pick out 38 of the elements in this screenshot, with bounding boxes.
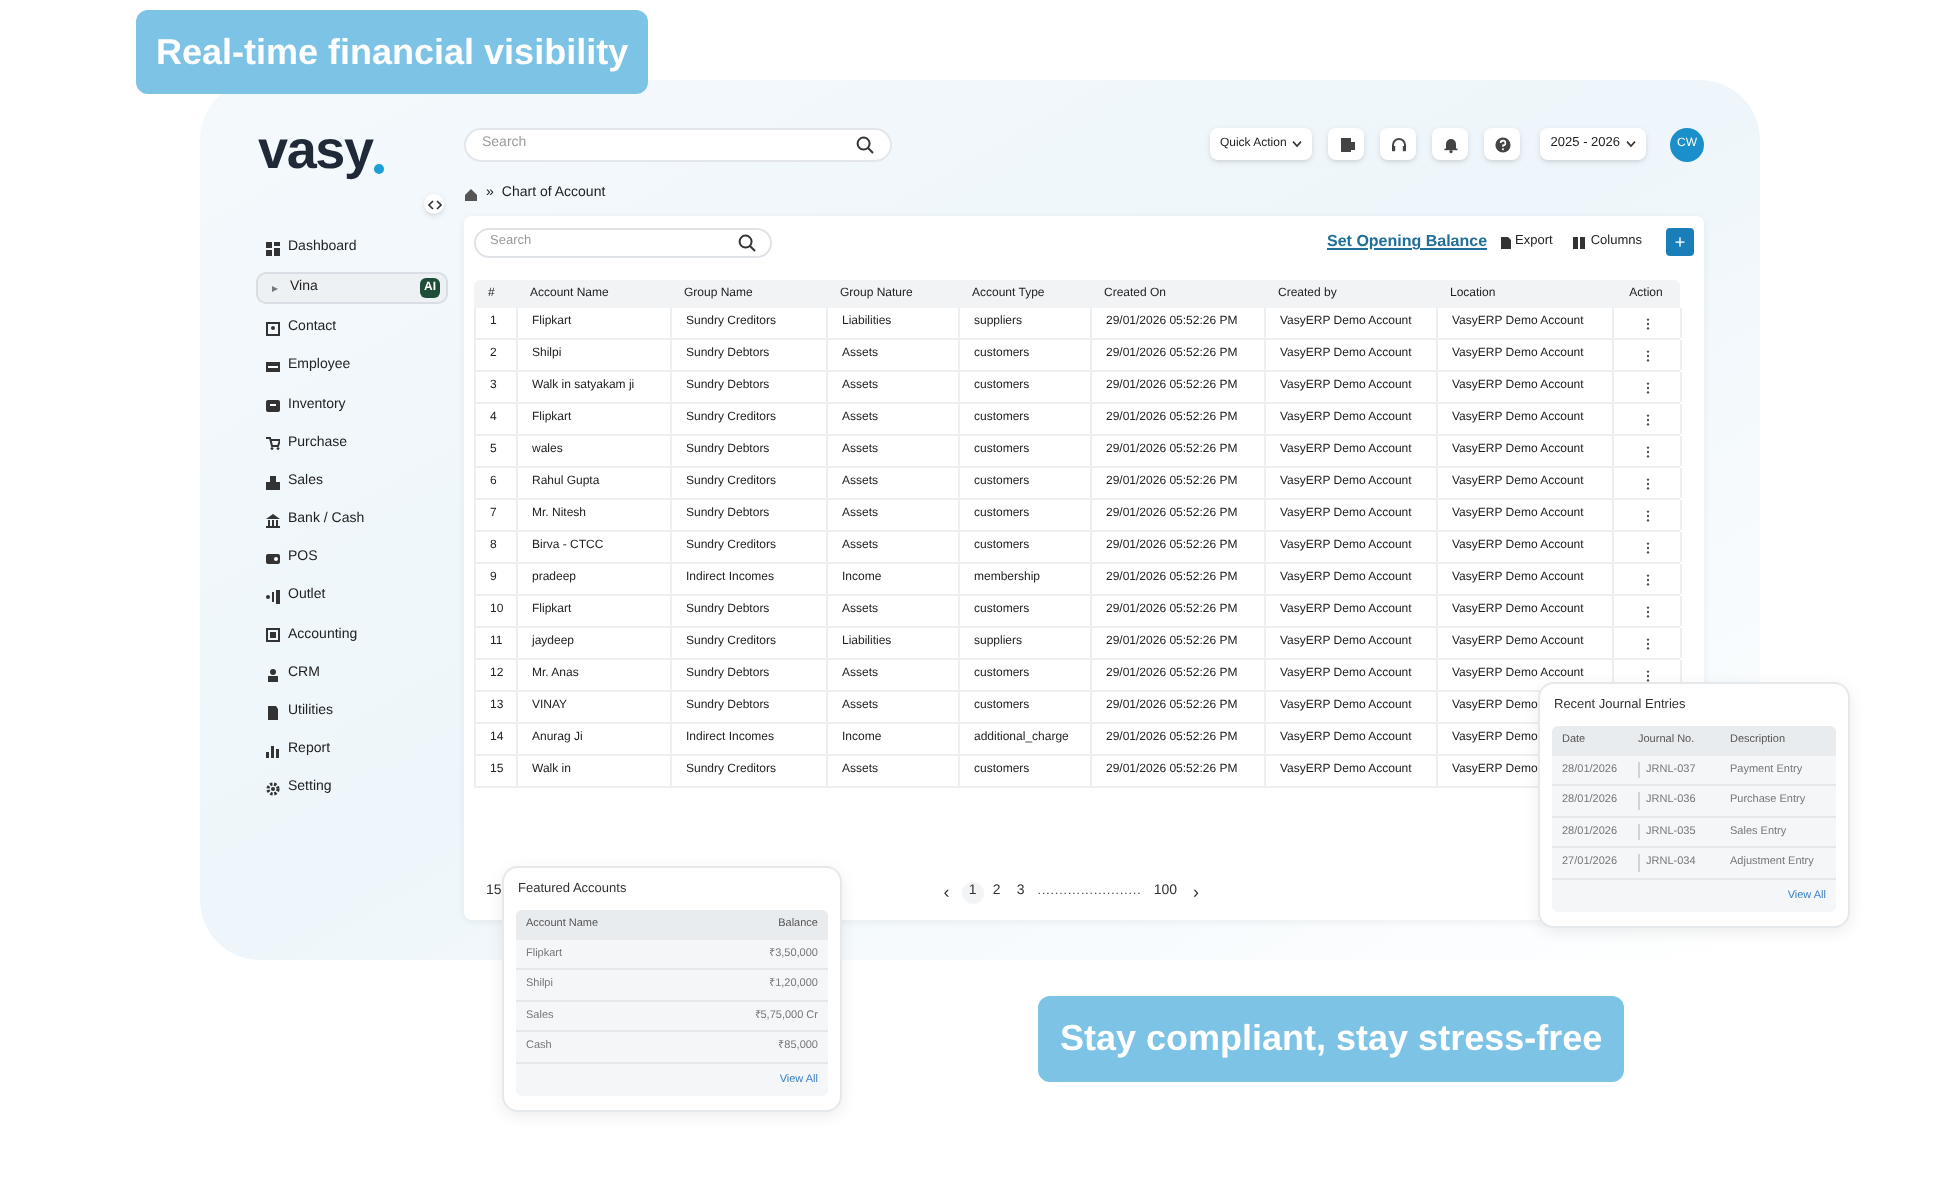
help-icon	[1493, 135, 1512, 153]
menu-item-icon	[266, 628, 280, 643]
menu-item-icon	[266, 321, 280, 336]
menu-item-icon	[266, 782, 280, 797]
home-icon[interactable]	[464, 188, 478, 202]
menu-item-icon	[266, 360, 280, 375]
menu-item-icon	[266, 398, 280, 413]
caret-icon	[1626, 140, 1636, 148]
caret-icon	[1292, 140, 1303, 148]
menu-item-icon	[266, 552, 280, 566]
chevron-icon	[268, 281, 282, 296]
document-button[interactable]	[1328, 128, 1365, 160]
search-icon	[738, 233, 756, 251]
add-button[interactable]: +	[1666, 228, 1694, 256]
next-page-button[interactable]: ›	[1193, 884, 1199, 902]
search-icon	[856, 135, 874, 153]
bell-button[interactable]	[1432, 128, 1469, 160]
headset-icon	[1389, 135, 1408, 153]
menu-item-icon	[266, 513, 280, 528]
document-icon	[1499, 235, 1512, 249]
document-icon	[1337, 135, 1356, 153]
menu-item-icon	[266, 436, 280, 451]
columns-icon	[1572, 235, 1587, 249]
menu-item-icon	[266, 743, 280, 758]
bell-icon	[1441, 135, 1460, 153]
headset-button[interactable]	[1380, 128, 1417, 160]
set-opening-balance-link[interactable]: Set Opening Balance	[1327, 230, 1488, 254]
collapse-toggle-icon[interactable]	[427, 199, 441, 209]
menu-item-icon	[266, 590, 280, 605]
menu-item-icon	[266, 667, 280, 682]
menu-item-icon	[266, 475, 280, 490]
help-button[interactable]	[1484, 128, 1521, 160]
previous-page-button[interactable]: ‹	[943, 884, 950, 902]
menu-item-icon	[266, 705, 280, 720]
headline-badge: Real-time financial visibility	[136, 10, 649, 94]
menu-item-icon	[266, 241, 280, 255]
logo: vasy	[258, 124, 373, 178]
tagline-badge: Stay compliant, stay stress-free	[1038, 996, 1625, 1082]
